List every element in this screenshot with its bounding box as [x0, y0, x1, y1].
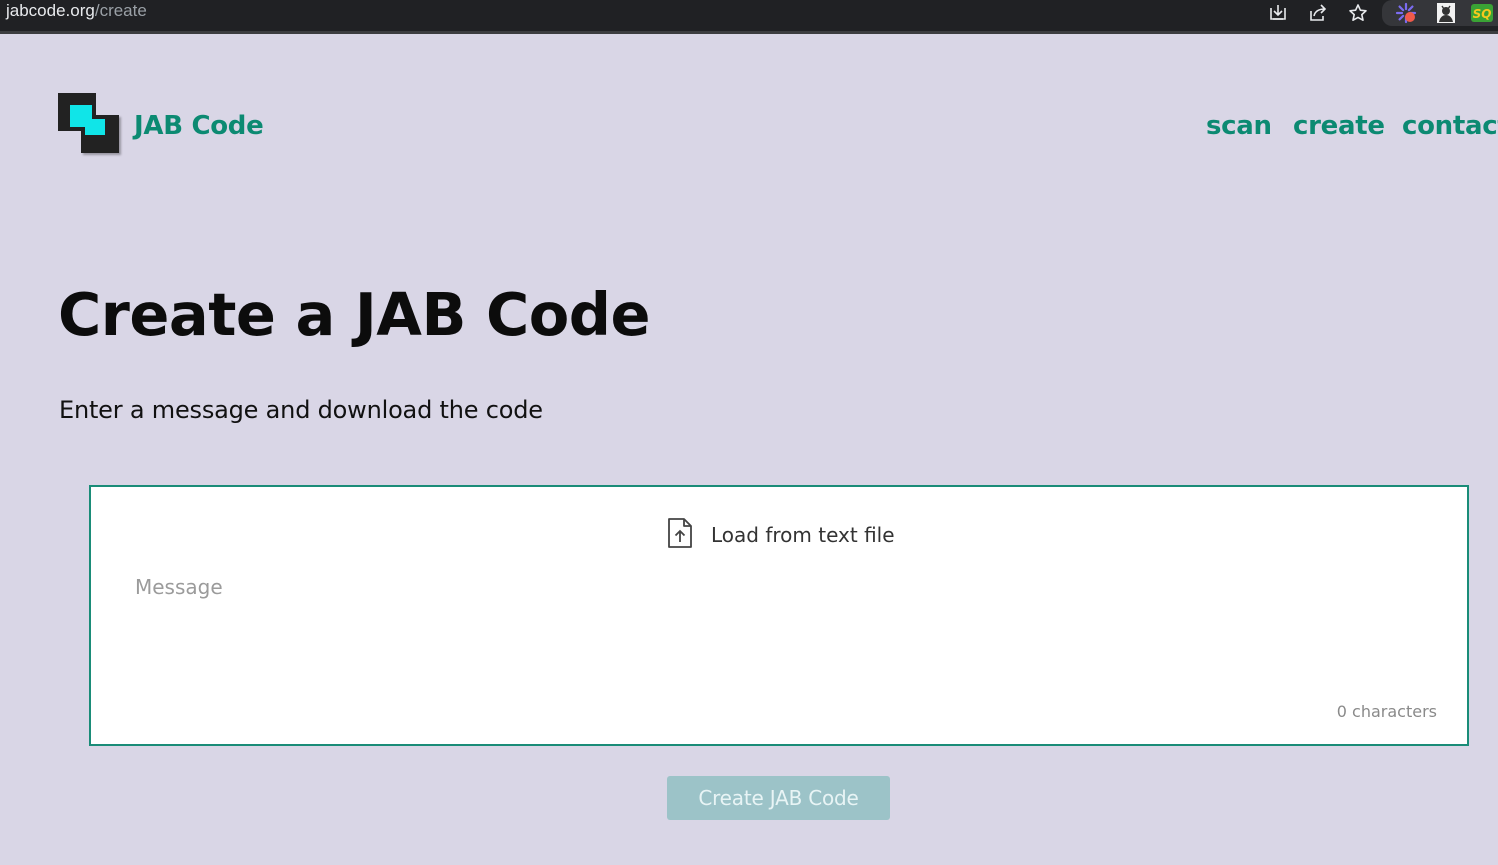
message-card: Load from text file 0 characters: [89, 485, 1469, 746]
nav-scan[interactable]: scan: [1206, 111, 1272, 141]
bookmark-star-icon[interactable]: [1338, 0, 1378, 26]
profile-extension-icon[interactable]: [1426, 0, 1466, 26]
seoquake-label: SQ: [1473, 7, 1492, 21]
message-input[interactable]: [135, 575, 1425, 685]
url-path: /create: [94, 1, 147, 20]
seoquake-icon[interactable]: SQ: [1466, 0, 1498, 26]
load-from-file-label: Load from text file: [711, 523, 895, 547]
browser-toolbar: jabcode.org/create SQ: [0, 0, 1498, 34]
load-from-file-button[interactable]: Load from text file: [667, 517, 895, 553]
address-bar[interactable]: jabcode.org/create: [6, 1, 147, 21]
extensions-area: SQ: [1382, 0, 1498, 26]
file-upload-icon: [667, 517, 693, 553]
share-icon[interactable]: [1298, 0, 1338, 26]
create-jab-code-button[interactable]: Create JAB Code: [667, 776, 890, 820]
url-domain: jabcode.org: [6, 1, 95, 20]
install-icon[interactable]: [1258, 0, 1298, 26]
page-title: Create a JAB Code: [58, 280, 651, 349]
extension-icon[interactable]: [1386, 0, 1426, 26]
toolbar-icons: SQ: [1258, 0, 1498, 26]
nav-contact[interactable]: contact: [1402, 111, 1498, 141]
brand-name[interactable]: JAB Code: [134, 111, 264, 141]
jab-code-logo[interactable]: [58, 93, 122, 157]
character-count: 0 characters: [1336, 702, 1437, 721]
page-subtitle: Enter a message and download the code: [59, 396, 543, 424]
nav-create[interactable]: create: [1293, 111, 1385, 141]
